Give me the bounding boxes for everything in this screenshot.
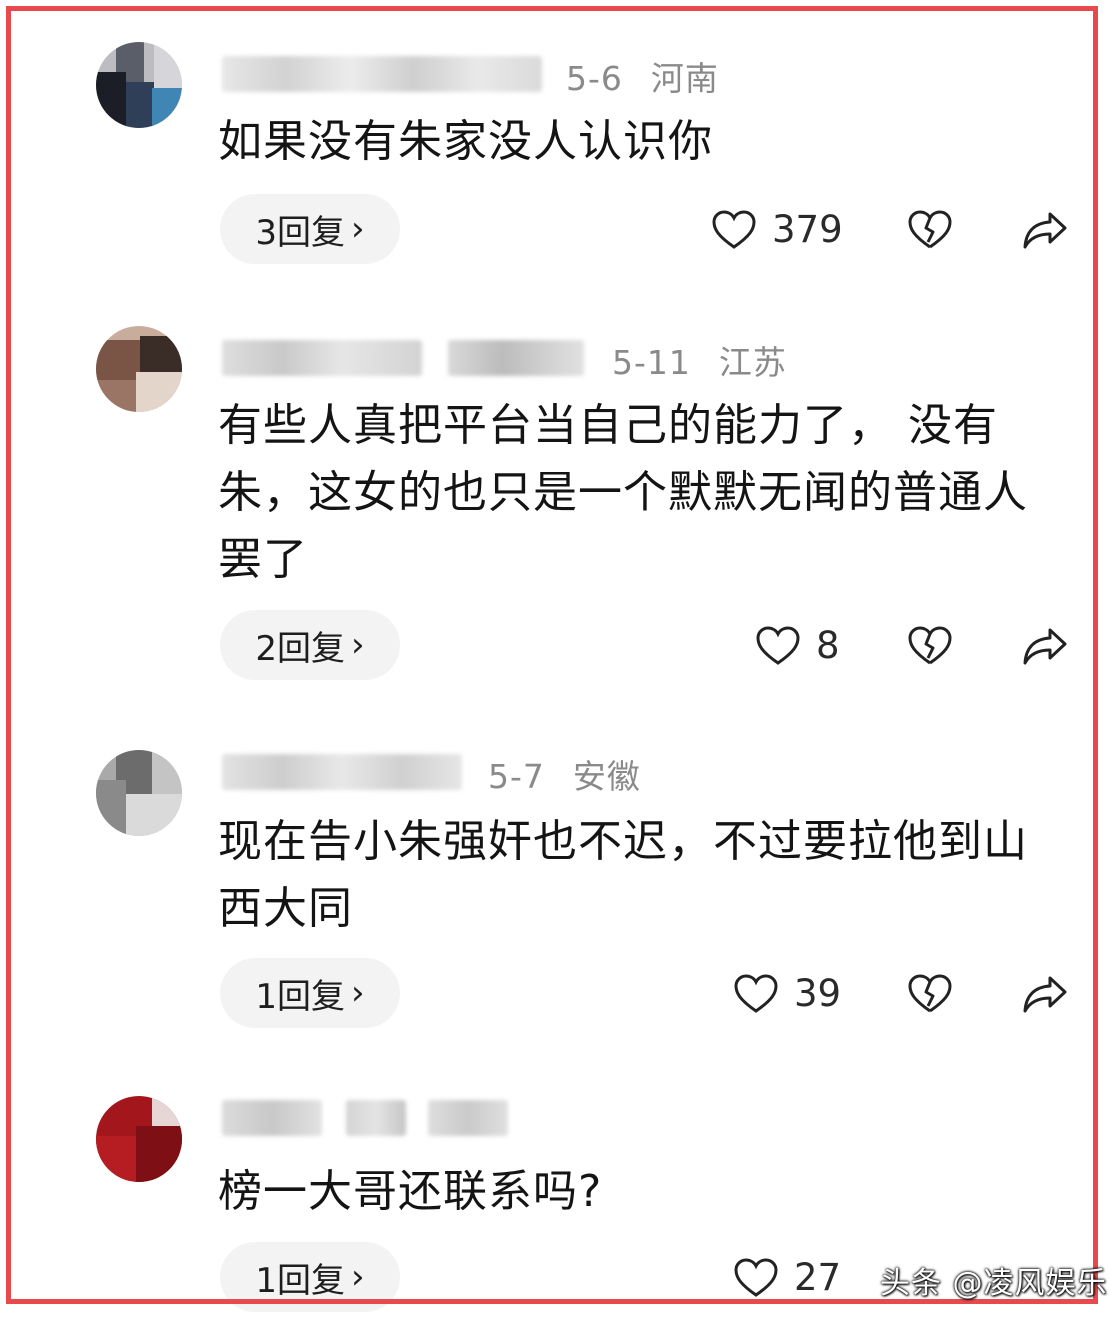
like-button[interactable]: 39 (734, 972, 841, 1015)
avatar[interactable] (96, 750, 182, 836)
like-count: 379 (772, 208, 843, 251)
username-blurred[interactable] (448, 340, 584, 376)
comment-date: 5-11 (612, 343, 691, 382)
avatar-pixel (96, 1136, 136, 1182)
comment-location: 安徽 (572, 757, 641, 796)
comment-meta: 5-7 安徽 (488, 750, 641, 798)
chevron-right-icon: › (351, 209, 365, 249)
chevron-right-icon: › (351, 1257, 365, 1297)
avatar-pixel (126, 82, 154, 128)
watermark: 头条 @凌风娱乐 (880, 1266, 1108, 1301)
chevron-right-icon: › (351, 973, 365, 1013)
avatar-pixel (154, 42, 182, 88)
avatar-pixel (96, 340, 140, 380)
heart-icon (734, 1257, 778, 1298)
like-count: 27 (794, 1256, 842, 1299)
share-icon[interactable] (1022, 626, 1068, 666)
username-blurred[interactable] (222, 754, 462, 790)
reply-button[interactable]: 1回复 › (220, 958, 400, 1028)
reply-label: 3回复 (255, 212, 346, 253)
comment-text: 榜一大哥还联系吗? (218, 1166, 603, 1217)
comment-text: 现在告小朱强奸也不迟，不过要拉他到山西大同 (218, 816, 1028, 934)
share-icon[interactable] (1022, 210, 1068, 250)
username-blurred[interactable] (346, 1100, 406, 1136)
broken-heart-icon[interactable] (908, 210, 952, 250)
username-blurred[interactable] (222, 56, 542, 92)
like-button[interactable]: 379 (712, 208, 843, 251)
comment-date: 5-6 (566, 59, 623, 98)
reply-label: 2回复 (255, 628, 346, 669)
like-count: 8 (816, 624, 840, 667)
avatar-pixel (140, 336, 182, 372)
avatar-pixel (152, 1096, 182, 1126)
avatar[interactable] (96, 1096, 182, 1182)
avatar-pixel (152, 88, 182, 128)
heart-icon (712, 209, 756, 250)
avatar-pixel (152, 750, 182, 794)
reply-button[interactable]: 1回复 › (220, 1242, 400, 1312)
username-blurred[interactable] (222, 340, 422, 376)
like-button[interactable]: 27 (734, 1256, 841, 1299)
share-icon[interactable] (1022, 974, 1068, 1014)
like-button[interactable]: 8 (756, 624, 840, 667)
username-blurred[interactable] (428, 1100, 508, 1136)
avatar-pixel (136, 1126, 182, 1182)
heart-icon (734, 973, 778, 1014)
like-count: 39 (794, 972, 842, 1015)
reply-label: 1回复 (255, 976, 346, 1017)
comment-text: 有些人真把平台当自己的能力了， 没有朱，这女的也只是一个默默无闻的普通人罢了 (218, 400, 1028, 585)
username-blurred[interactable] (222, 1100, 322, 1136)
avatar[interactable] (96, 42, 182, 128)
avatar[interactable] (96, 326, 182, 412)
comment-location: 江苏 (718, 343, 787, 382)
broken-heart-icon[interactable] (908, 626, 952, 666)
reply-button[interactable]: 3回复 › (220, 194, 400, 264)
reply-button[interactable]: 2回复 › (220, 610, 400, 680)
avatar-pixel (136, 372, 182, 412)
comment-date: 5-7 (488, 757, 545, 796)
avatar-pixel (96, 72, 126, 128)
reply-label: 1回复 (255, 1260, 346, 1301)
avatar-pixel (96, 380, 136, 412)
comment-text: 如果没有朱家没人认识你 (218, 116, 713, 167)
chevron-right-icon: › (351, 625, 365, 665)
heart-icon (756, 625, 800, 666)
comment-meta: 5-11 江苏 (612, 336, 787, 384)
avatar-pixel (96, 780, 126, 836)
avatar-pixel (126, 794, 182, 836)
comment-meta: 5-6 河南 (566, 52, 719, 100)
comment-location: 河南 (650, 59, 719, 98)
broken-heart-icon[interactable] (908, 974, 952, 1014)
